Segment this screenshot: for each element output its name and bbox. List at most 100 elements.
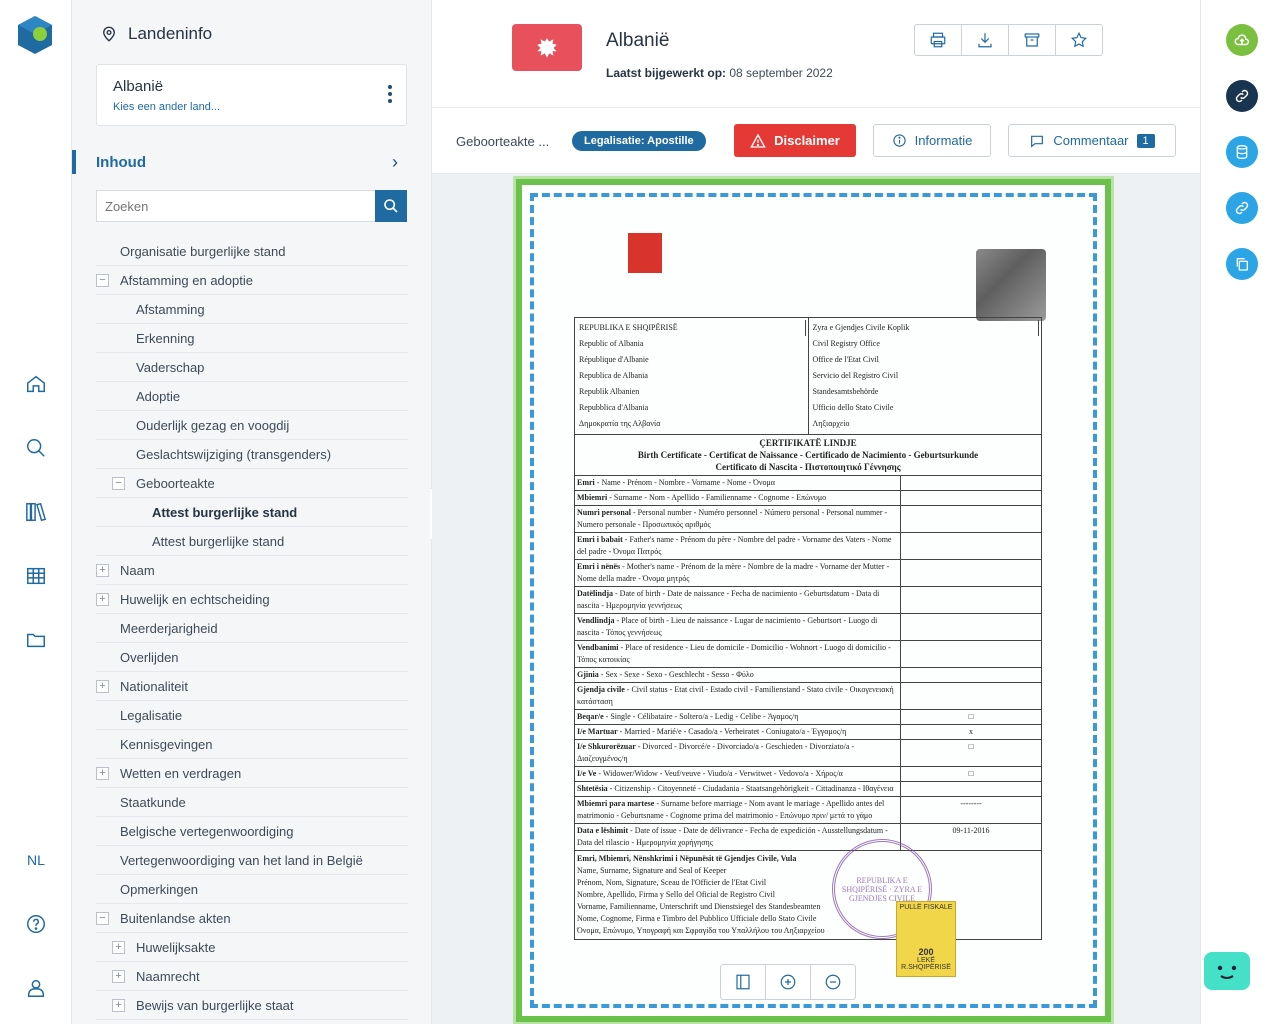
expand-icon[interactable]: + bbox=[96, 593, 109, 606]
tree-item[interactable]: Organisatie burgerlijke stand bbox=[96, 237, 408, 266]
tree-item[interactable]: Vaderschap bbox=[96, 353, 408, 382]
tree-item-label: Organisatie burgerlijke stand bbox=[120, 244, 286, 259]
tree-item-label: Opmerkingen bbox=[120, 882, 199, 897]
download-button[interactable] bbox=[962, 25, 1009, 55]
field-key: Mbiemri para martese bbox=[577, 799, 655, 808]
country-selector[interactable]: Albanië Kies een ander land... bbox=[96, 64, 407, 126]
tree-item-label: Wetten en verdragen bbox=[120, 766, 242, 781]
change-country-link[interactable]: Kies een ander land... bbox=[113, 101, 220, 113]
tree-item[interactable]: Adoptie bbox=[96, 382, 408, 411]
app-logo[interactable] bbox=[14, 14, 56, 56]
home-icon[interactable] bbox=[22, 370, 50, 398]
field-key: Vendbanimi bbox=[577, 643, 619, 652]
information-button[interactable]: Informatie bbox=[873, 124, 991, 157]
search-icon[interactable] bbox=[22, 434, 50, 462]
tree-item[interactable]: Legalisatie bbox=[96, 701, 408, 730]
tree-item[interactable]: Overlijden bbox=[96, 643, 408, 672]
search-button[interactable] bbox=[375, 190, 407, 222]
field-translations: - Surname - Nom - Apellido - Familiennam… bbox=[607, 493, 827, 502]
favorite-button[interactable] bbox=[1056, 25, 1102, 55]
field-value: -------- bbox=[960, 799, 982, 808]
expand-icon[interactable]: + bbox=[96, 564, 109, 577]
tree-item[interactable]: + Naam bbox=[96, 556, 408, 585]
copy-button[interactable] bbox=[1226, 248, 1258, 280]
tree-item[interactable]: Ouderlijk gezag en voogdij bbox=[96, 411, 408, 440]
tree-item[interactable]: + Wetten en verdragen bbox=[96, 759, 408, 788]
tree-item[interactable]: Erkenning bbox=[96, 324, 408, 353]
tree-item[interactable]: − Geboorteakte bbox=[96, 469, 408, 498]
tree-item[interactable]: + Bewijs van burgerlijke staat bbox=[96, 991, 408, 1020]
chatbot-button[interactable] bbox=[1204, 952, 1250, 990]
field-label: Mbiemri para martese - Surname before ma… bbox=[575, 797, 901, 823]
tree-item[interactable]: Vertegenwoordiging van het land in Belgi… bbox=[96, 846, 408, 875]
expand-icon[interactable]: + bbox=[112, 941, 125, 954]
comments-button[interactable]: Commentaar 1 bbox=[1008, 124, 1176, 157]
print-button[interactable] bbox=[915, 25, 962, 55]
language-switch[interactable]: NL bbox=[0, 852, 72, 868]
tree-item-label: Staatkunde bbox=[120, 795, 186, 810]
zoom-out-button[interactable] bbox=[811, 965, 855, 999]
section-active-indicator bbox=[72, 150, 76, 174]
expand-icon[interactable]: + bbox=[112, 970, 125, 983]
download-icon bbox=[978, 33, 992, 48]
tree-item[interactable]: Opmerkingen bbox=[96, 875, 408, 904]
help-icon[interactable] bbox=[22, 910, 50, 938]
search-input[interactable] bbox=[96, 190, 376, 222]
field-label: Shtetësia - Citizenship - Citoyenneté - … bbox=[575, 782, 901, 796]
section-inhoud[interactable]: Inhoud › bbox=[72, 150, 432, 174]
collapse-icon[interactable]: − bbox=[96, 912, 109, 925]
archive-button[interactable] bbox=[1009, 25, 1056, 55]
field-value: □ bbox=[968, 712, 974, 721]
table-icon[interactable] bbox=[22, 562, 50, 590]
disclaimer-button[interactable]: Disclaimer bbox=[734, 124, 856, 157]
tree-item[interactable]: + Huwelijk en echtscheiding bbox=[96, 585, 408, 614]
certificate-field: Emri i babait - Father's name - Prénom d… bbox=[574, 533, 1042, 560]
eagle-icon bbox=[537, 37, 557, 58]
collapse-icon[interactable]: − bbox=[112, 477, 125, 490]
legalisation-badge: Legalisatie: Apostille bbox=[572, 131, 706, 151]
tree-item[interactable]: Attest burgerlijke stand bbox=[96, 527, 408, 556]
tree-item[interactable]: Attest burgerlijke stand bbox=[96, 498, 408, 527]
folder-icon[interactable] bbox=[22, 626, 50, 654]
chevron-right-icon[interactable]: › bbox=[392, 152, 398, 173]
tree-item[interactable]: Geslachtswijziging (transgenders) bbox=[96, 440, 408, 469]
more-options-icon[interactable] bbox=[388, 85, 392, 106]
external-link-button[interactable] bbox=[1226, 192, 1258, 224]
expand-icon[interactable]: + bbox=[112, 999, 125, 1012]
user-icon[interactable] bbox=[22, 974, 50, 1002]
tree-item[interactable]: Afstamming bbox=[96, 295, 408, 324]
certificate-fields: Emri - Name - Prénom - Nombre - Vorname … bbox=[574, 476, 1042, 851]
upload-button[interactable] bbox=[1226, 24, 1258, 56]
tree-item[interactable]: − Afstamming en adoptie bbox=[96, 266, 408, 295]
field-value: □ bbox=[968, 769, 974, 778]
tree-item[interactable]: Meerderjarigheid bbox=[96, 614, 408, 643]
tree-item-label: Naam bbox=[120, 563, 155, 578]
certificate-footer: Emri, Mbiemri, Nënshkrimi i Nëpunësit të… bbox=[574, 851, 1042, 940]
link-button[interactable] bbox=[1226, 80, 1258, 112]
tree-item[interactable]: Belgische vertegenwoordiging bbox=[96, 817, 408, 846]
expand-icon[interactable]: + bbox=[96, 767, 109, 780]
tree-item[interactable]: Kennisgevingen bbox=[96, 730, 408, 759]
sidebar: Landeninfo Albanië Kies een ander land..… bbox=[72, 0, 456, 1024]
tree-item[interactable]: − Buitenlandse akten bbox=[96, 904, 408, 933]
sidebar-search bbox=[96, 190, 407, 222]
database-button[interactable] bbox=[1226, 136, 1258, 168]
hologram-seal bbox=[976, 249, 1046, 321]
tree-item[interactable]: Staatkunde bbox=[96, 788, 408, 817]
comment-icon bbox=[1031, 135, 1044, 148]
toggle-panel-button[interactable] bbox=[721, 965, 766, 999]
field-label: Datëlindja - Date of birth - Date de nai… bbox=[575, 587, 901, 613]
field-value: □ bbox=[968, 742, 974, 751]
tree-item[interactable]: + Huwelijksakte bbox=[96, 933, 408, 962]
certificate-page: REPUBLIKA E SHQIPËRISË Republic of Albani… bbox=[513, 176, 1114, 1024]
tree-item[interactable]: + Naamrecht bbox=[96, 962, 408, 991]
zoom-in-button[interactable] bbox=[766, 965, 811, 999]
field-value bbox=[901, 614, 1041, 640]
tree-item-label: Naamrecht bbox=[136, 969, 200, 984]
expand-icon[interactable]: + bbox=[96, 680, 109, 693]
field-value bbox=[901, 782, 1041, 796]
collapse-icon[interactable]: − bbox=[96, 274, 109, 287]
library-icon[interactable] bbox=[22, 498, 50, 526]
field-value bbox=[901, 641, 1041, 667]
tree-item[interactable]: + Nationaliteit bbox=[96, 672, 408, 701]
